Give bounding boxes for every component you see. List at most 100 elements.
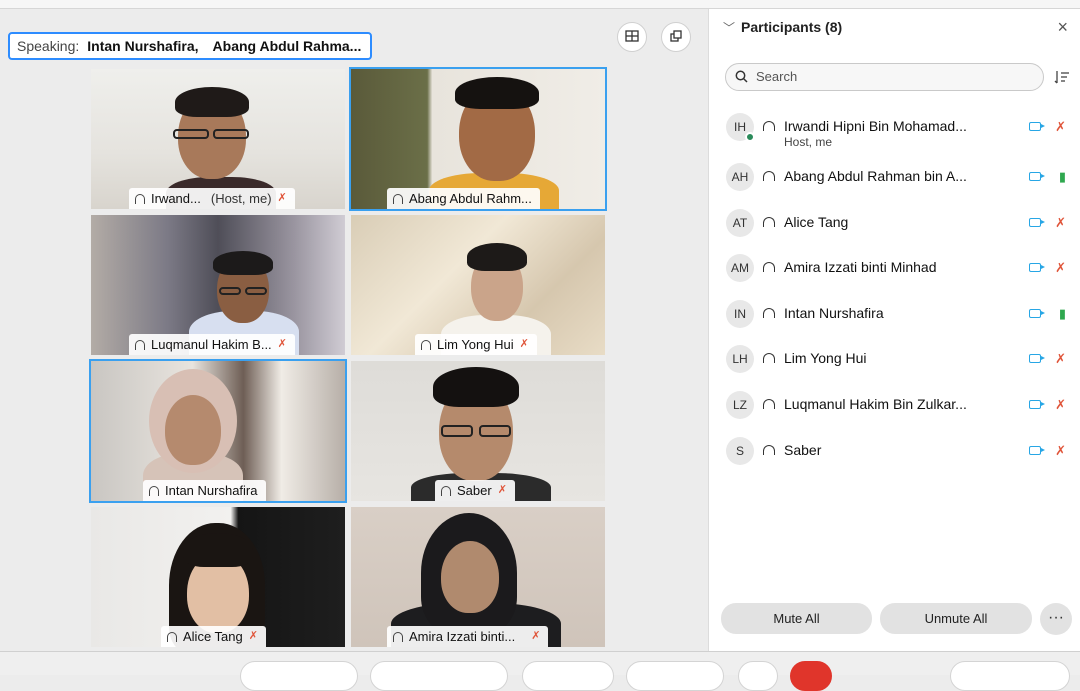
camera-icon[interactable] — [1029, 172, 1045, 181]
avatar: IH — [726, 113, 755, 142]
panel-title-text: Participants (8) — [741, 19, 843, 35]
tile-name: Abang Abdul Rahm... — [409, 191, 532, 206]
camera-icon[interactable] — [1029, 354, 1045, 364]
mic-muted-icon: ✗ — [531, 630, 541, 642]
camera-icon[interactable] — [1029, 263, 1045, 273]
participant-row[interactable]: AH Abang Abdul Rahman bin A... ▮ — [709, 155, 1080, 201]
tile-name: Lim Yong Hui — [437, 337, 514, 352]
video-tile[interactable]: Alice Tang ✗ — [89, 505, 347, 649]
panel-title[interactable]: ﹀ Participants (8) — [723, 19, 842, 36]
search-placeholder: Search — [756, 69, 798, 84]
participant-role: Host, me — [784, 135, 833, 149]
headphone-icon — [763, 171, 775, 181]
tile-nameplate: Saber ✗ — [435, 480, 515, 501]
mic-on-icon[interactable]: ▮ — [1059, 306, 1066, 322]
minimize-view-button[interactable] — [661, 22, 691, 52]
tile-nameplate: Lim Yong Hui ✗ — [415, 334, 537, 355]
tile-nameplate: Amira Izzati binti... ✗ — [387, 626, 549, 647]
video-tile[interactable]: Abang Abdul Rahm... — [349, 67, 607, 211]
headphone-icon — [763, 398, 775, 409]
mic-muted-icon[interactable]: ✗ — [1055, 260, 1066, 276]
tile-nameplate: Abang Abdul Rahm... — [387, 188, 540, 209]
headphone-icon — [149, 485, 159, 496]
tile-nameplate: Irwand... (Host, me) ✗ — [129, 188, 295, 209]
toolbar-button[interactable] — [950, 661, 1070, 691]
headphone-icon — [763, 262, 775, 273]
tile-nameplate: Alice Tang ✗ — [161, 626, 266, 647]
video-tile[interactable]: Lim Yong Hui ✗ — [349, 213, 607, 357]
camera-icon[interactable] — [1029, 399, 1045, 409]
video-tile[interactable]: Saber ✗ — [349, 359, 607, 503]
speaking-label: Speaking: — [17, 38, 80, 54]
mic-muted-icon[interactable]: ✗ — [1055, 351, 1066, 367]
toolbar-button[interactable] — [370, 661, 508, 691]
participant-name: Amira Izzati binti Minhad — [784, 259, 937, 276]
tile-name: Intan Nurshafira — [165, 483, 258, 498]
participant-list: IH Irwandi Hipni Bin Mohamad... Host, me… — [709, 105, 1080, 474]
more-options-button[interactable]: ··· — [1040, 603, 1072, 635]
mic-on-icon[interactable]: ▮ — [1059, 169, 1066, 185]
video-tile[interactable]: Intan Nurshafira — [89, 359, 347, 503]
chevron-down-icon: ﹀ — [723, 21, 736, 35]
mic-muted-icon[interactable]: ✗ — [1055, 397, 1066, 413]
participant-row[interactable]: AM Amira Izzati binti Minhad ✗ — [709, 246, 1080, 292]
participant-name: Saber — [784, 441, 822, 458]
participant-row[interactable]: IN Intan Nurshafira ▮ — [709, 292, 1080, 338]
headphone-icon — [441, 485, 451, 496]
mic-muted-icon: ✗ — [497, 484, 507, 496]
participant-row[interactable]: S Saber ✗ — [709, 429, 1080, 475]
participant-name: Intan Nurshafira — [784, 304, 884, 321]
participant-row[interactable]: IH Irwandi Hipni Bin Mohamad... Host, me… — [709, 105, 1080, 155]
meeting-toolbar — [0, 651, 1080, 691]
search-input[interactable]: Search — [725, 63, 1044, 91]
headphone-icon — [167, 631, 177, 642]
mic-muted-icon[interactable]: ✗ — [1055, 215, 1066, 231]
video-tile[interactable]: Luqmanul Hakim B... ✗ — [89, 213, 347, 357]
mic-muted-icon: ✗ — [277, 192, 287, 204]
headphone-icon — [763, 121, 775, 131]
speaking-indicator: Speaking: Intan Nurshafira, Abang Abdul Ra… — [8, 32, 372, 60]
headphone-icon — [763, 216, 775, 227]
participant-row[interactable]: LH Lim Yong Hui ✗ — [709, 337, 1080, 383]
mute-all-button[interactable]: Mute All — [721, 603, 872, 634]
search-icon — [735, 65, 748, 91]
participant-row[interactable]: LZ Luqmanul Hakim Bin Zulkar... ✗ — [709, 383, 1080, 429]
minimize-icon — [670, 29, 682, 45]
mic-muted-icon[interactable]: ✗ — [1055, 119, 1066, 135]
participants-panel: ﹀ Participants (8) × Search IH Irwandi Hi… — [708, 9, 1080, 651]
video-tile[interactable]: Irwand... (Host, me) ✗ — [89, 67, 347, 211]
toolbar-button[interactable] — [738, 661, 778, 691]
participant-name: Alice Tang — [784, 213, 849, 230]
camera-icon[interactable] — [1029, 308, 1045, 318]
headphone-icon — [135, 193, 145, 204]
toolbar-button[interactable] — [240, 661, 358, 691]
end-meeting-button[interactable] — [790, 661, 832, 691]
tile-name: Amira Izzati binti... — [409, 629, 516, 644]
mic-muted-icon: ✗ — [248, 630, 258, 642]
tile-suffix: (Host, me) — [210, 191, 272, 206]
toolbar-button[interactable] — [626, 661, 724, 691]
headphone-icon — [135, 339, 145, 350]
avatar: AM — [726, 254, 754, 283]
tile-name: Luqmanul Hakim B... — [151, 337, 272, 352]
gallery-view-button[interactable] — [617, 22, 647, 52]
camera-icon[interactable] — [1029, 122, 1045, 131]
headphone-icon — [763, 444, 775, 455]
unmute-all-button[interactable]: Unmute All — [880, 603, 1032, 634]
participant-name: Lim Yong Hui — [784, 350, 867, 367]
avatar: LZ — [726, 390, 754, 419]
tile-nameplate: Intan Nurshafira — [143, 480, 266, 501]
participant-row[interactable]: AT Alice Tang ✗ — [709, 201, 1080, 247]
video-tile[interactable]: Amira Izzati binti... ✗ — [349, 505, 607, 649]
headphone-icon — [393, 631, 403, 642]
toolbar-button[interactable] — [522, 661, 614, 691]
camera-icon[interactable] — [1029, 217, 1045, 227]
camera-icon[interactable] — [1029, 445, 1045, 455]
speaking-name: Abang Abdul Rahma... — [212, 38, 362, 54]
close-icon[interactable]: × — [1057, 17, 1068, 38]
sort-icon[interactable] — [1054, 69, 1070, 89]
avatar: AH — [726, 163, 754, 191]
headphone-icon — [763, 353, 775, 364]
mic-muted-icon[interactable]: ✗ — [1055, 443, 1066, 459]
gallery-grid-icon — [625, 29, 639, 45]
